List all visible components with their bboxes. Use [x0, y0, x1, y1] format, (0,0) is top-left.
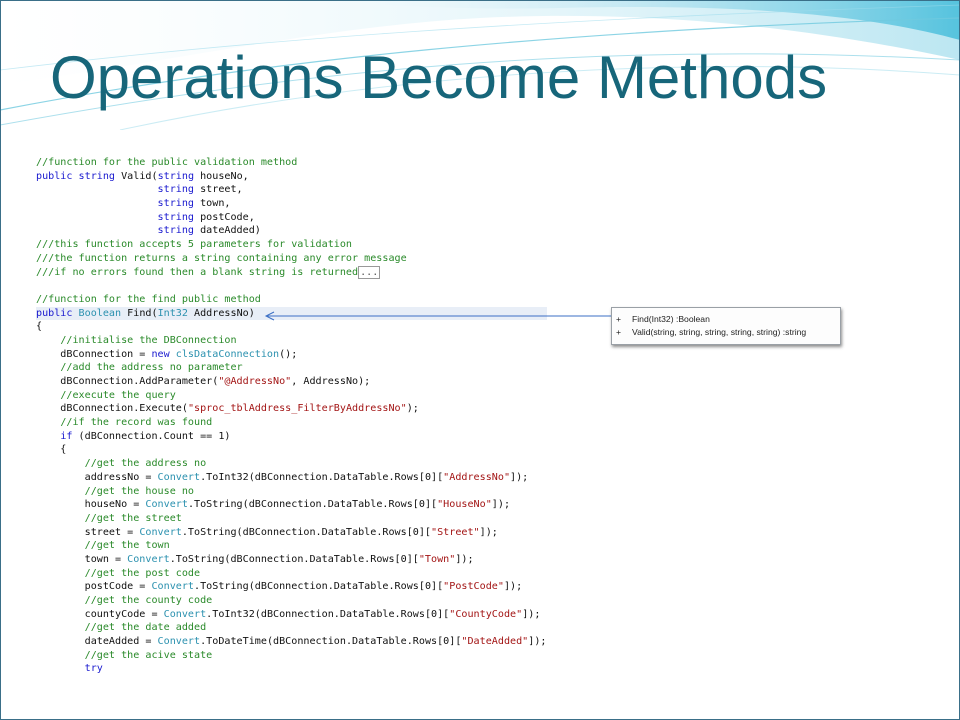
slide-border — [0, 0, 960, 720]
slide: Operations Become Methods //function for… — [0, 0, 960, 720]
